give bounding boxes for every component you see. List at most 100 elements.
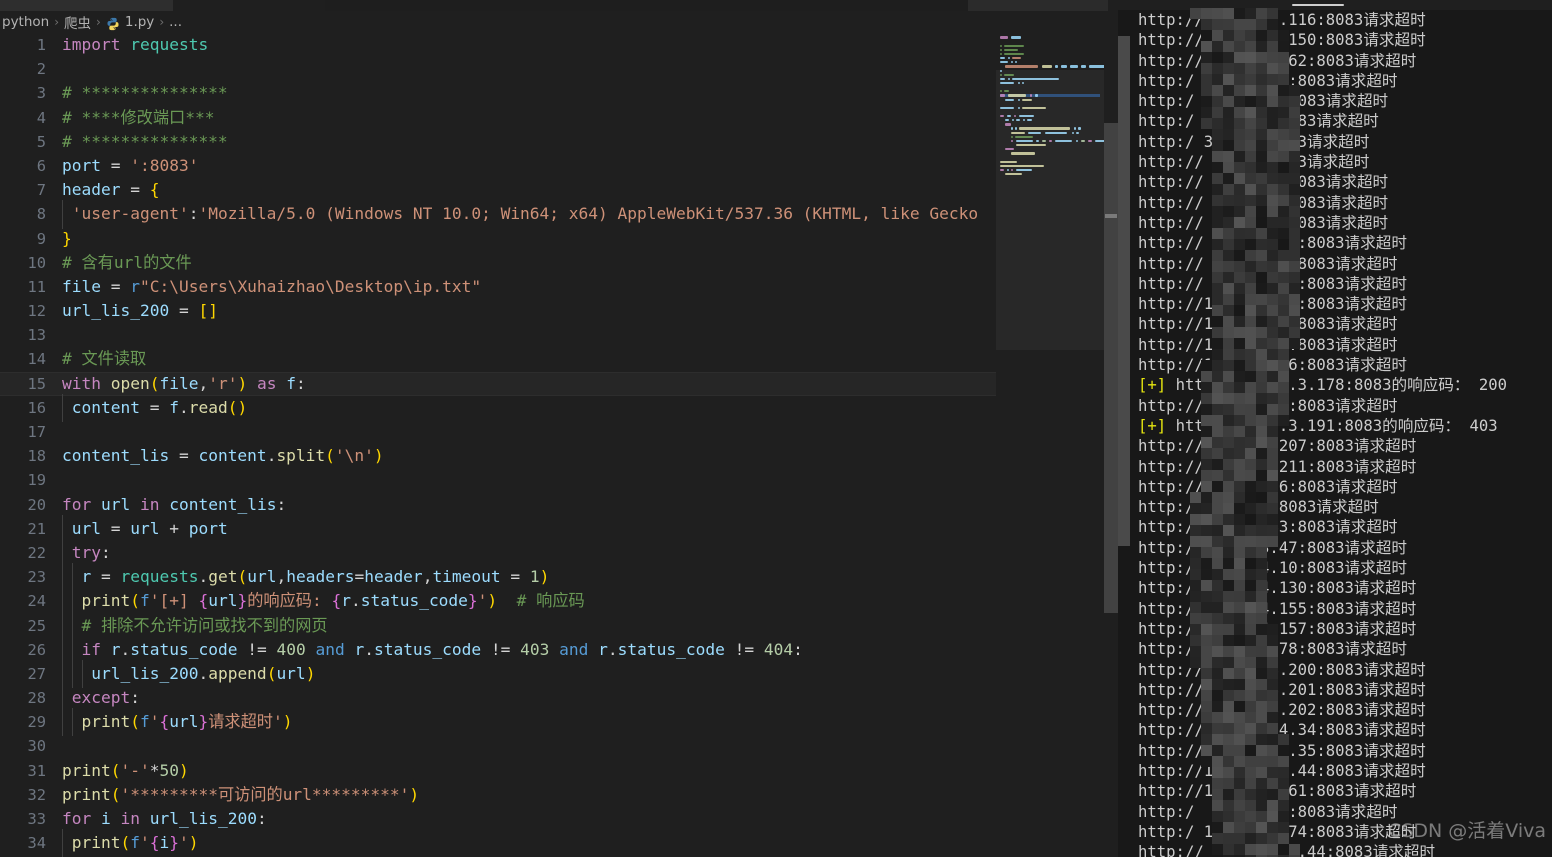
- minimap-line: [1000, 65, 1143, 68]
- code-text: print('*********可访问的url*********'): [62, 784, 420, 804]
- editor-tab-2[interactable]: [173, 0, 325, 11]
- terminal-line: http:/ .13.1.4:8083请求超时: [1138, 112, 1379, 131]
- line-number: 29: [27, 713, 46, 732]
- code-line[interactable]: 25 # 排除不允许访问或找不到的网页: [0, 611, 996, 640]
- code-line[interactable]: 6 port = ':8083': [0, 154, 996, 178]
- code-text: except:: [62, 684, 140, 713]
- code-line[interactable]: 12 url_lis_200 = []: [0, 299, 996, 323]
- terminal-line: http://1? 3.3.176:8083请求超时: [1138, 356, 1407, 375]
- code-text: content = f.read(): [62, 393, 247, 423]
- editor-tab-3[interactable]: [325, 0, 968, 11]
- code-line[interactable]: 9}: [0, 227, 996, 251]
- code-line[interactable]: 17: [0, 420, 996, 444]
- breadcrumb-item-python[interactable]: python: [2, 14, 49, 30]
- terminal-output: http://1?2.13.1.116:8083请求超时 http:// 2.13…: [1118, 10, 1552, 857]
- code-line[interactable]: 34 print(f'{i}'): [0, 829, 996, 857]
- code-text: # 排除不允许访问或找不到的网页: [62, 611, 328, 640]
- breadcrumb-item-file[interactable]: 1.py: [125, 14, 154, 30]
- code-line[interactable]: 31 print('-'*50): [0, 759, 996, 783]
- terminal-line: http://1? 3.4.157:8083请求超时: [1138, 619, 1417, 638]
- code-line[interactable]: 23 r = requests.get(url,headers=header,t…: [0, 563, 996, 592]
- editor-tab-4[interactable]: [968, 0, 1108, 11]
- code-line[interactable]: 11 file = r"C:\Users\Xuhaizhao\Desktop\ip…: [0, 275, 996, 299]
- line-number: 16: [27, 398, 46, 417]
- code-line[interactable]: 33 for i in url_lis_200:: [0, 807, 996, 831]
- code-line[interactable]: 32 print('*********可访问的url*********'): [0, 783, 996, 807]
- code-text: print(f'{url}请求超时'): [62, 708, 292, 737]
- terminal-line: http://1? .4.178:8083请求超时: [1138, 640, 1407, 659]
- code-line[interactable]: 26 if r.status_code != 400 and r.status_…: [0, 635, 996, 665]
- code-line[interactable]: 8 'user-agent':'Mozilla/5.0 (Windows NT …: [0, 200, 996, 229]
- terminal-scrollbar[interactable]: [1118, 0, 1130, 857]
- code-text: }: [62, 228, 72, 248]
- line-number: 27: [27, 664, 46, 683]
- code-line[interactable]: 19: [0, 468, 996, 492]
- line-number: 14: [27, 350, 46, 369]
- line-number: 6: [36, 156, 46, 175]
- code-text: print('-'*50): [62, 760, 189, 780]
- line-number: 4: [36, 108, 46, 127]
- code-line[interactable]: 15 with open(file,'r') as f:: [0, 371, 996, 396]
- code-line[interactable]: 1 import requests: [0, 33, 996, 57]
- breadcrumb-item-folder[interactable]: 爬虫: [64, 12, 91, 32]
- code-line[interactable]: 18 content_lis = content.split('\n'): [0, 444, 996, 468]
- line-number: 33: [27, 810, 46, 828]
- code-text: for url in content_lis:: [62, 494, 287, 514]
- terminal-line: http://1 .3.43:8083请求超时: [1138, 518, 1398, 537]
- code-editor[interactable]: 1 import requests 2 3 # *************** 4 # **…: [0, 33, 996, 857]
- code-line[interactable]: 4 # ****修改端口***: [0, 106, 996, 130]
- code-text: print(f'{i}'): [62, 829, 198, 857]
- terminal-panel[interactable]: http://1?2.13.1.116:8083请求超时 http:// 2.13…: [1118, 0, 1552, 857]
- line-number: 8: [36, 205, 46, 224]
- breadcrumb-item-more[interactable]: ...: [169, 14, 182, 30]
- code-line[interactable]: 21 url = url + port: [0, 514, 996, 544]
- code-text: 'user-agent':'Mozilla/5.0 (Windows NT 10…: [62, 200, 978, 229]
- minimap-slider[interactable]: [996, 70, 1104, 350]
- code-line[interactable]: 3 # ***************: [0, 81, 996, 105]
- editor-minimap[interactable]: [996, 33, 1143, 857]
- vscode-window: python › 爬虫 › 1.py › ... 1 import request…: [0, 0, 1552, 857]
- line-number: 18: [27, 447, 46, 466]
- success-marker: [+]: [1138, 376, 1176, 395]
- code-line[interactable]: 20 for url in content_lis:: [0, 493, 996, 517]
- editor-scrollbar-marker: [1105, 214, 1117, 218]
- code-line[interactable]: 13: [0, 323, 996, 347]
- terminal-line: http:// 3.2.195:8083请求超时: [1138, 193, 1389, 212]
- terminal-resize-bar[interactable]: [1118, 0, 1552, 10]
- terminal-drag-handle[interactable]: [1292, 4, 1344, 6]
- code-line[interactable]: 14 # 文件读取: [0, 347, 996, 371]
- terminal-scrollbar-thumb[interactable]: [1118, 36, 1130, 546]
- code-line[interactable]: 10 # 含有url的文件: [0, 251, 996, 275]
- line-number: 17: [27, 423, 46, 441]
- minimap-line: [1000, 40, 1100, 43]
- code-line[interactable]: 16 content = f.read(): [0, 393, 996, 423]
- terminal-line: http:// 13 .26:8083请求超时: [1138, 477, 1398, 496]
- line-number: 5: [36, 132, 46, 151]
- code-line[interactable]: 27 url_lis_200.append(url): [0, 659, 996, 689]
- editor-scrollbar-thumb[interactable]: [1104, 123, 1118, 613]
- code-text: header = {: [62, 180, 160, 200]
- line-number: 2: [36, 60, 46, 79]
- editor-vertical-scrollbar[interactable]: [1104, 33, 1118, 857]
- terminal-line: http:// 2 3.3.102:8083请求超时: [1138, 274, 1407, 293]
- code-line[interactable]: 7 header = {: [0, 178, 996, 202]
- terminal-line: http://1 3.3.47:8083请求超时: [1138, 538, 1407, 557]
- code-line[interactable]: 22 try:: [0, 538, 996, 568]
- terminal-line: http://12 3.3.14:8083请求超时: [1138, 335, 1398, 354]
- code-text: url = url + port: [62, 514, 228, 544]
- terminal-line: http:// 2.13.1.162:8083请求超时: [1138, 51, 1417, 70]
- editor-tab-1[interactable]: [0, 0, 173, 11]
- terminal-line: http:/ 3.1.92:8083请求超时: [1138, 132, 1370, 151]
- terminal-line: http://1 ? .13.4.44:8083请求超时: [1138, 761, 1426, 780]
- code-line[interactable]: 24 print(f'[+] {url}的响应码: {r.status_code…: [0, 587, 996, 616]
- code-line[interactable]: 28 except:: [0, 684, 996, 713]
- minimap-line: [1000, 48, 1100, 51]
- code-line[interactable]: 30: [0, 734, 996, 758]
- terminal-line: http:/ .13.1.164:8083请求超时: [1138, 71, 1398, 90]
- code-line[interactable]: 2: [0, 57, 996, 81]
- line-number: 10: [27, 253, 46, 272]
- breadcrumb-separator-icon: ›: [159, 15, 165, 29]
- code-line[interactable]: 5 # ***************: [0, 130, 996, 154]
- success-marker: [+]: [1138, 416, 1176, 435]
- code-line[interactable]: 29 print(f'{url}请求超时'): [0, 708, 996, 737]
